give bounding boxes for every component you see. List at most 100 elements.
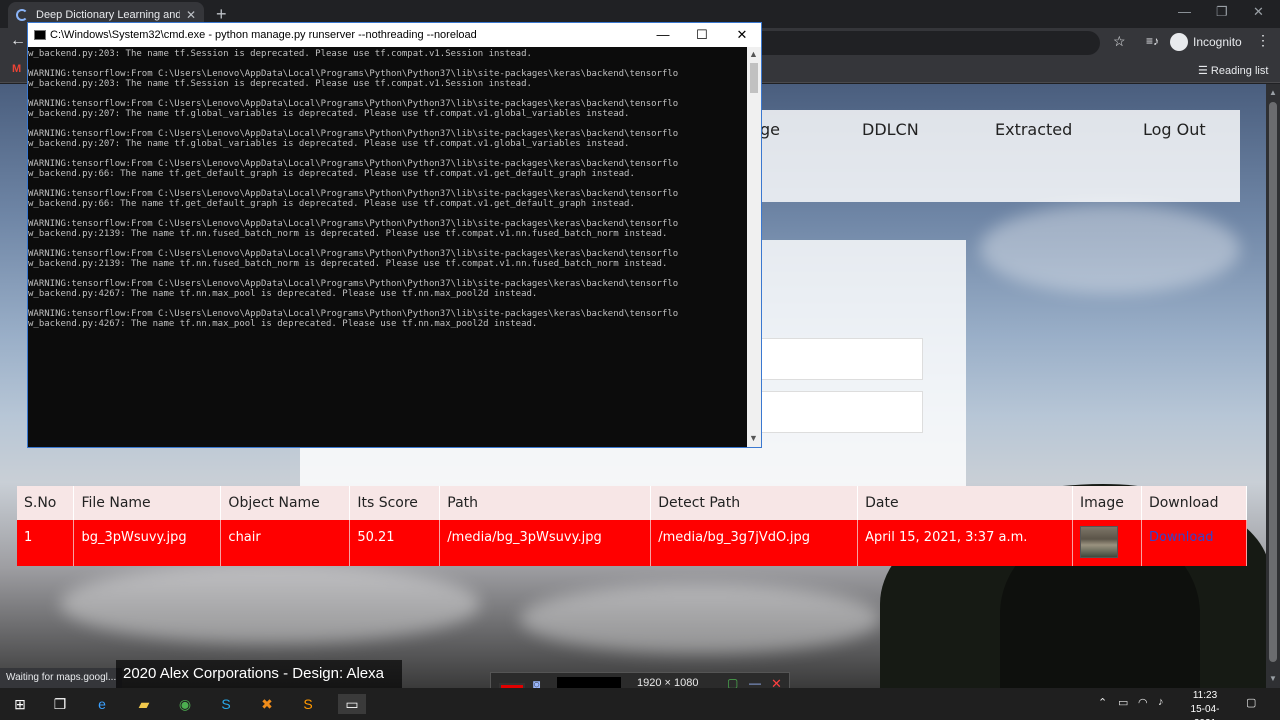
background-cloud	[60, 564, 480, 644]
browser-status-text: Waiting for maps.googl...	[0, 668, 123, 688]
console-window[interactable]: C:\Windows\System32\cmd.exe - python man…	[27, 22, 762, 448]
col-header-date: Date	[857, 486, 1073, 520]
window-restore-icon[interactable]: ❐	[1216, 4, 1228, 20]
window-close-icon[interactable]: ✕	[1253, 4, 1264, 20]
console-minimize-icon[interactable]: —	[645, 23, 681, 47]
bookmark-star-icon[interactable]: ☆	[1113, 33, 1126, 50]
console-line: WARNING:tensorflow:From C:\Users\Lenovo\…	[28, 159, 679, 169]
sublime-text-icon[interactable]: S	[298, 694, 318, 714]
console-line: WARNING:tensorflow:From C:\Users\Lenovo\…	[28, 99, 679, 109]
form-input-field[interactable]	[760, 391, 923, 433]
col-header-path: Path	[439, 486, 652, 520]
window-minimize-icon[interactable]: —	[1178, 4, 1191, 19]
console-line: WARNING:tensorflow:From C:\Users\Lenovo\…	[28, 69, 679, 79]
console-line: w_backend.py:207: The name tf.global_var…	[28, 139, 630, 149]
cell-image	[1072, 520, 1142, 566]
clock-date: 15-04-2021	[1190, 704, 1220, 720]
console-title: C:\Windows\System32\cmd.exe - python man…	[50, 29, 477, 41]
edge-browser-icon[interactable]: e	[92, 694, 112, 714]
taskbar-clock[interactable]: 11:23 15-04-2021	[1180, 689, 1230, 720]
reading-list-label: Reading list	[1210, 65, 1269, 77]
loading-spinner-icon	[16, 9, 28, 21]
console-scroll-down-icon[interactable]: ▼	[749, 433, 758, 443]
form-input-field[interactable]	[760, 338, 923, 380]
nav-link-ddlcn[interactable]: DDLCN	[862, 120, 919, 139]
console-line: w_backend.py:66: The name tf.get_default…	[28, 199, 635, 209]
reading-list-button[interactable]: ☰ Reading list	[1198, 64, 1268, 77]
background-cloud	[520, 584, 880, 654]
console-scrollbar-thumb[interactable]	[750, 63, 758, 93]
scroll-up-icon[interactable]: ▲	[1269, 88, 1277, 97]
site-nav: ge DDLCN Extracted Log Out	[760, 110, 1240, 202]
page-scrollbar[interactable]: ▲ ▼	[1266, 84, 1280, 688]
console-close-icon[interactable]: ✕	[724, 23, 760, 47]
console-line: WARNING:tensorflow:From C:\Users\Lenovo\…	[28, 309, 679, 319]
incognito-label: Incognito	[1193, 35, 1242, 49]
windows-start-icon[interactable]: ⊞	[10, 694, 30, 714]
incognito-indicator[interactable]: Incognito	[1170, 33, 1242, 51]
detected-image-thumbnail[interactable]	[1079, 526, 1118, 558]
tab-close-icon[interactable]: ✕	[186, 8, 196, 22]
task-view-icon[interactable]: ❐	[50, 694, 70, 714]
windows-taskbar: ⊞ ❐ e ▰ ◉ S ✖ S ▭ ⌃ ▭ ◠ ♪ 11:23 15-04-20…	[0, 688, 1280, 720]
address-bar[interactable]	[740, 31, 1100, 55]
browser-menu-icon[interactable]: ⋮	[1256, 32, 1270, 49]
nav-link-logout[interactable]: Log Out	[1143, 120, 1206, 139]
notifications-icon[interactable]: ▢	[1246, 696, 1256, 709]
media-control-icon[interactable]: ≡♪	[1146, 34, 1159, 48]
console-app-icon	[34, 30, 46, 40]
console-line: w_backend.py:4267: The name tf.nn.max_po…	[28, 289, 538, 299]
console-maximize-icon[interactable]: ☐	[684, 23, 720, 47]
table-header-row: S.No File Name Object Name Its Score Pat…	[17, 486, 1248, 520]
volume-icon[interactable]: ♪	[1158, 696, 1164, 708]
tray-expand-icon[interactable]: ⌃	[1098, 696, 1107, 709]
cell-download: Download	[1141, 520, 1248, 566]
cell-detect-path: /media/bg_3g7jVdO.jpg	[650, 520, 859, 566]
download-link[interactable]: Download	[1149, 530, 1214, 545]
console-line: w_backend.py:203: The name tf.Session is…	[28, 79, 532, 89]
console-line: w_backend.py:207: The name tf.global_var…	[28, 109, 630, 119]
console-line: w_backend.py:66: The name tf.get_default…	[28, 169, 635, 179]
skype-icon[interactable]: S	[216, 694, 236, 714]
clock-time: 11:23	[1192, 690, 1218, 701]
col-header-image: Image	[1072, 486, 1142, 520]
console-line: w_backend.py:203: The name tf.Session is…	[28, 49, 532, 59]
col-header-score: Its Score	[349, 486, 441, 520]
battery-icon[interactable]: ▭	[1118, 696, 1128, 709]
back-arrow-icon[interactable]: ←	[10, 32, 26, 50]
col-header-detect-path: Detect Path	[650, 486, 859, 520]
cell-object-name: chair	[220, 520, 351, 566]
console-line: w_backend.py:4267: The name tf.nn.max_po…	[28, 319, 538, 329]
command-prompt-icon[interactable]: ▭	[338, 694, 366, 714]
results-table: S.No File Name Object Name Its Score Pat…	[17, 486, 1248, 566]
scroll-down-icon[interactable]: ▼	[1269, 674, 1277, 683]
nav-link-partial[interactable]: ge	[760, 120, 780, 139]
nav-link-extracted[interactable]: Extracted	[995, 120, 1072, 139]
xampp-icon[interactable]: ✖	[257, 694, 277, 714]
background-cloud	[980, 204, 1240, 294]
scrollbar-thumb[interactable]	[1269, 102, 1277, 662]
col-header-sno: S.No	[17, 486, 75, 520]
console-scrollbar[interactable]: ▲ ▼	[747, 47, 761, 447]
console-line: w_backend.py:2139: The name tf.nn.fused_…	[28, 229, 668, 239]
console-scroll-up-icon[interactable]: ▲	[749, 49, 758, 59]
console-titlebar[interactable]: C:\Windows\System32\cmd.exe - python man…	[28, 23, 761, 47]
wifi-icon[interactable]: ◠	[1138, 696, 1148, 709]
console-output: w_backend.py:203: The name tf.Session is…	[28, 47, 747, 447]
console-line: WARNING:tensorflow:From C:\Users\Lenovo\…	[28, 279, 679, 289]
gmail-bookmark-icon[interactable]: M	[12, 63, 21, 75]
console-line: WARNING:tensorflow:From C:\Users\Lenovo\…	[28, 249, 679, 259]
chrome-icon[interactable]: ◉	[175, 694, 195, 714]
file-explorer-icon[interactable]: ▰	[134, 694, 154, 714]
console-line: WARNING:tensorflow:From C:\Users\Lenovo\…	[28, 219, 679, 229]
cell-file-name: bg_3pWsuvy.jpg	[73, 520, 222, 566]
site-footer: 2020 Alex Corporations - Design: Alexa	[116, 660, 402, 688]
